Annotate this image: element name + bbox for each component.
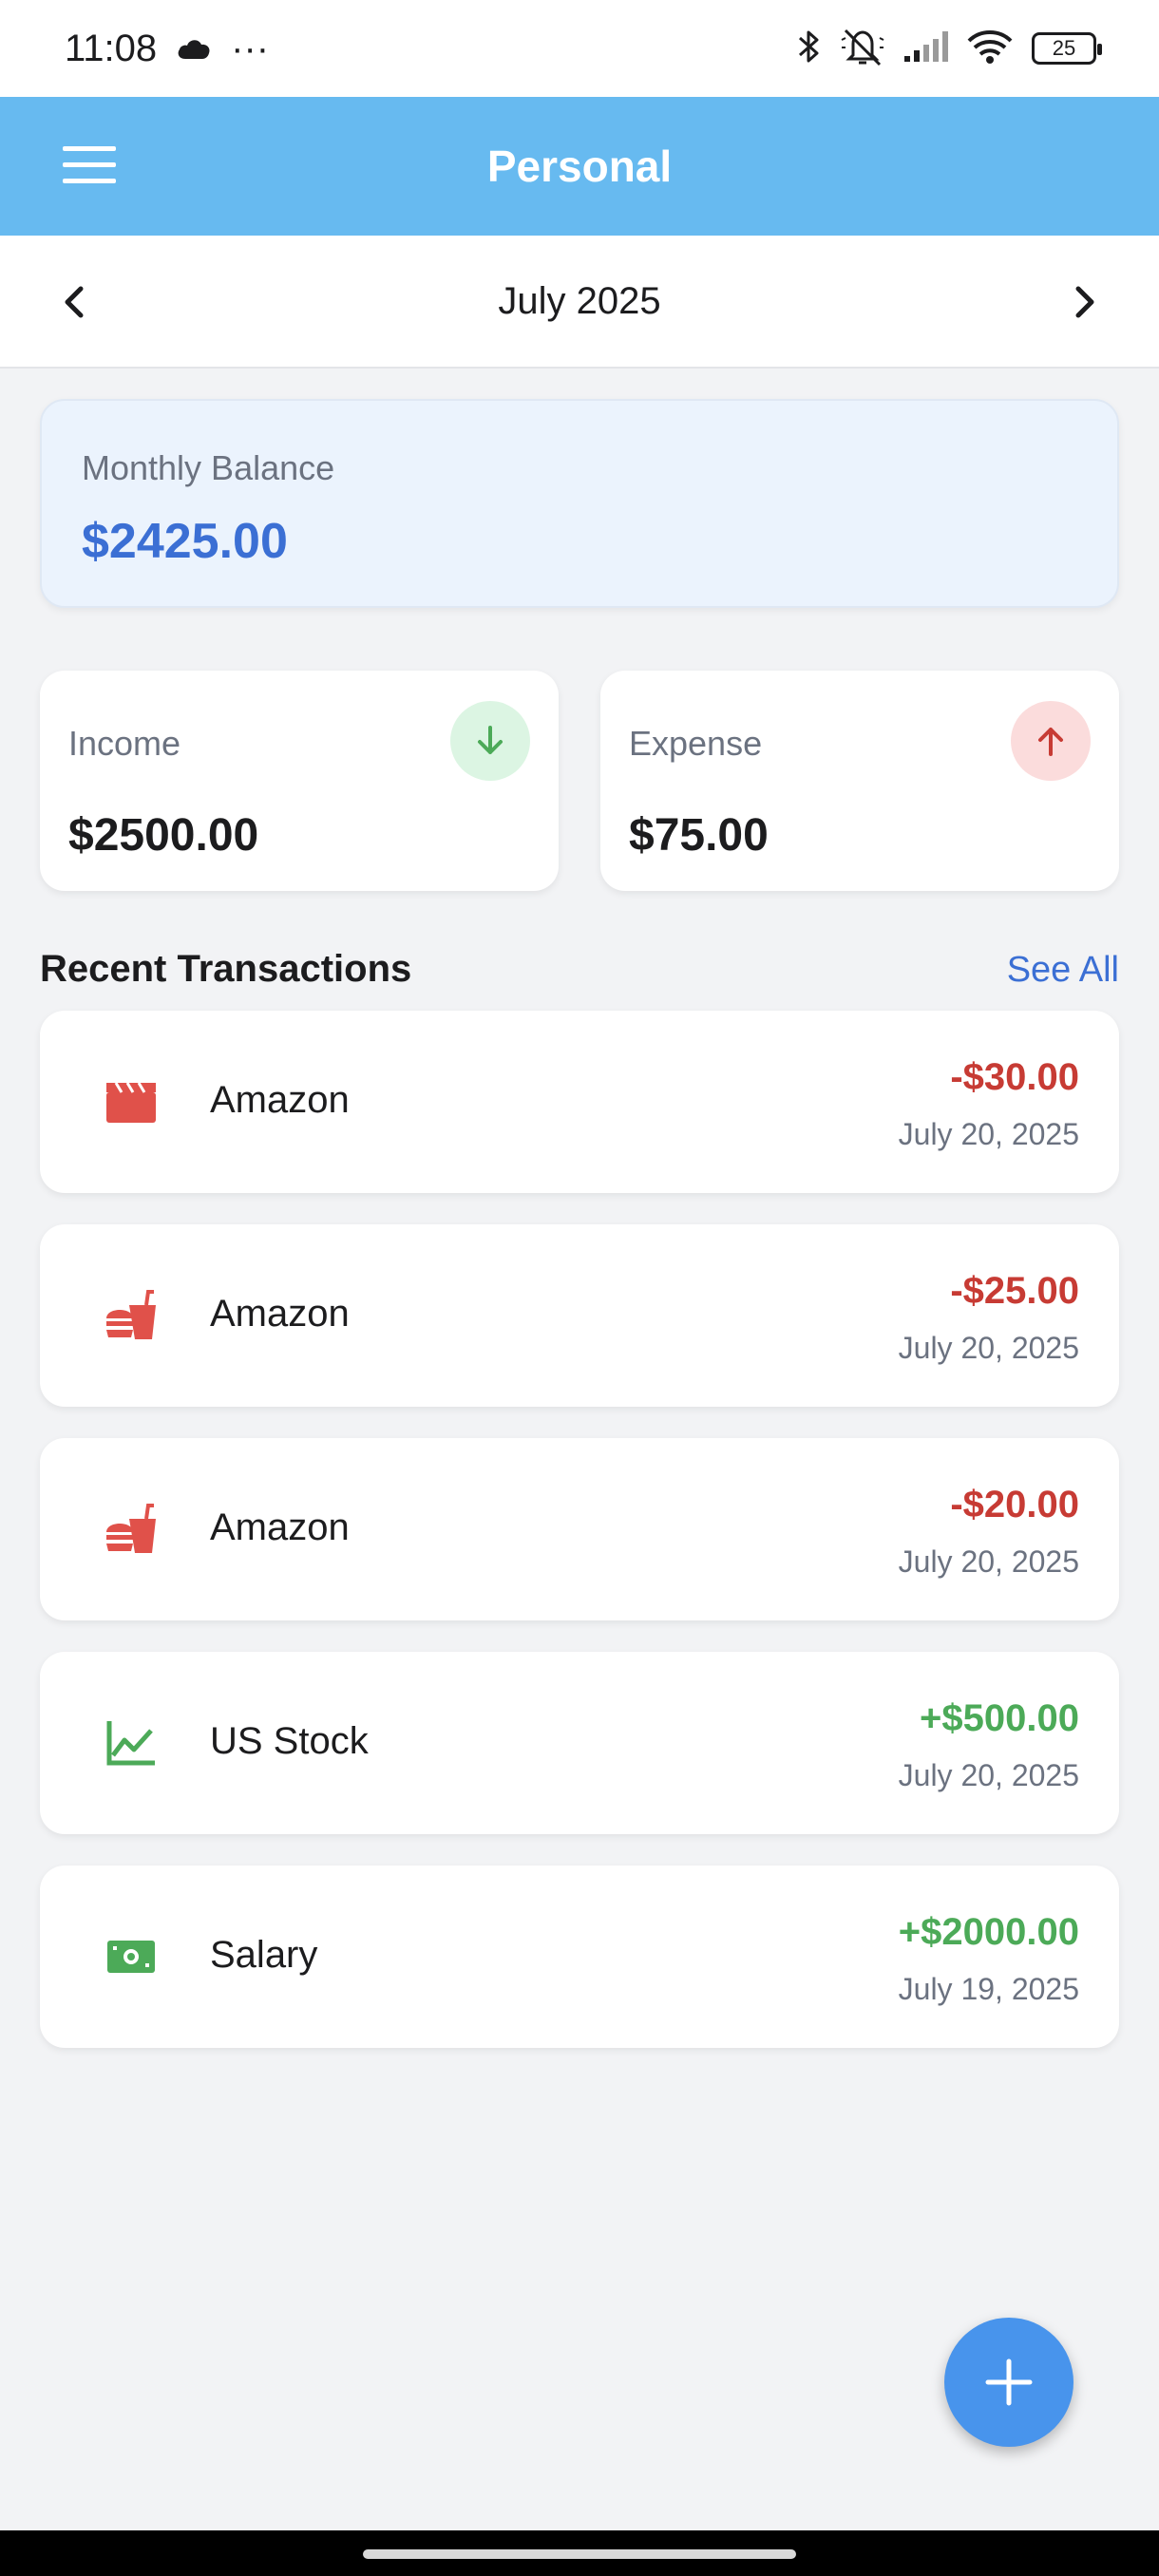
fast-food-icon — [103, 1287, 160, 1344]
bluetooth-icon — [796, 27, 823, 71]
transaction-amount: -$30.00 — [950, 1056, 1079, 1098]
transaction-date: July 19, 2025 — [898, 1972, 1079, 2006]
transaction-item[interactable]: Amazon -$30.00 July 20, 2025 — [40, 1011, 1119, 1193]
status-right: 25 — [796, 27, 1102, 71]
more-dots: ··· — [231, 27, 270, 69]
month-label: July 2025 — [498, 279, 661, 322]
status-time: 11:08 — [65, 27, 158, 69]
chevron-left-icon[interactable] — [48, 275, 101, 329]
balance-value: $2425.00 — [82, 514, 288, 569]
transaction-amount: -$20.00 — [950, 1484, 1079, 1525]
mute-icon — [840, 27, 885, 71]
cloud-icon — [176, 28, 212, 70]
transaction-name: US Stock — [210, 1720, 369, 1762]
home-indicator[interactable] — [363, 2549, 796, 2559]
see-all-link[interactable]: See All — [1007, 950, 1119, 991]
signal-icon — [902, 29, 948, 68]
income-value: $2500.00 — [68, 810, 259, 861]
transaction-name: Amazon — [210, 1079, 350, 1121]
transaction-date: July 20, 2025 — [898, 1331, 1079, 1365]
wifi-icon — [965, 28, 1015, 70]
chevron-right-icon[interactable] — [1058, 275, 1112, 329]
add-transaction-button[interactable] — [944, 2318, 1074, 2447]
hamburger-menu-icon[interactable] — [63, 146, 116, 184]
status-left: 11:08 ··· — [65, 28, 269, 70]
plus-icon — [985, 2358, 1033, 2406]
month-navigation: July 2025 — [0, 236, 1159, 369]
transaction-list: Amazon -$30.00 July 20, 2025 Amazon -$25… — [40, 1011, 1119, 2079]
money-bill-icon — [103, 1928, 160, 1985]
expense-card[interactable]: Expense $75.00 — [600, 671, 1119, 891]
arrow-down-icon — [450, 701, 530, 781]
app-bar: Personal — [0, 97, 1159, 236]
transaction-amount: +$2000.00 — [898, 1911, 1079, 1953]
expense-value: $75.00 — [629, 810, 769, 861]
monthly-balance-card: Monthly Balance $2425.00 — [40, 399, 1119, 608]
screen: 11:08 ··· 25 Personal July 2025 Monthly … — [0, 0, 1159, 2576]
transaction-item[interactable]: Salary +$2000.00 July 19, 2025 — [40, 1866, 1119, 2048]
transaction-amount: -$25.00 — [950, 1270, 1079, 1312]
line-chart-icon — [103, 1714, 160, 1771]
transaction-item[interactable]: Amazon -$25.00 July 20, 2025 — [40, 1224, 1119, 1407]
transaction-date: July 20, 2025 — [898, 1758, 1079, 1792]
app-title: Personal — [486, 142, 673, 191]
transaction-name: Salary — [210, 1934, 318, 1976]
transaction-date: July 20, 2025 — [898, 1117, 1079, 1151]
transaction-amount: +$500.00 — [920, 1697, 1079, 1739]
transaction-name: Amazon — [210, 1506, 350, 1548]
recent-transactions-title: Recent Transactions — [40, 948, 412, 990]
transaction-item[interactable]: US Stock +$500.00 July 20, 2025 — [40, 1652, 1119, 1834]
battery-icon: 25 — [1032, 32, 1102, 65]
transaction-item[interactable]: Amazon -$20.00 July 20, 2025 — [40, 1438, 1119, 1620]
battery-level: 25 — [1052, 36, 1076, 60]
status-bar: 11:08 ··· 25 — [0, 0, 1159, 97]
transaction-date: July 20, 2025 — [898, 1544, 1079, 1579]
fast-food-icon — [103, 1501, 160, 1558]
transaction-name: Amazon — [210, 1293, 350, 1335]
balance-label: Monthly Balance — [82, 448, 335, 487]
arrow-up-icon — [1011, 701, 1091, 781]
income-card[interactable]: Income $2500.00 — [40, 671, 559, 891]
clapperboard-icon — [103, 1073, 160, 1130]
